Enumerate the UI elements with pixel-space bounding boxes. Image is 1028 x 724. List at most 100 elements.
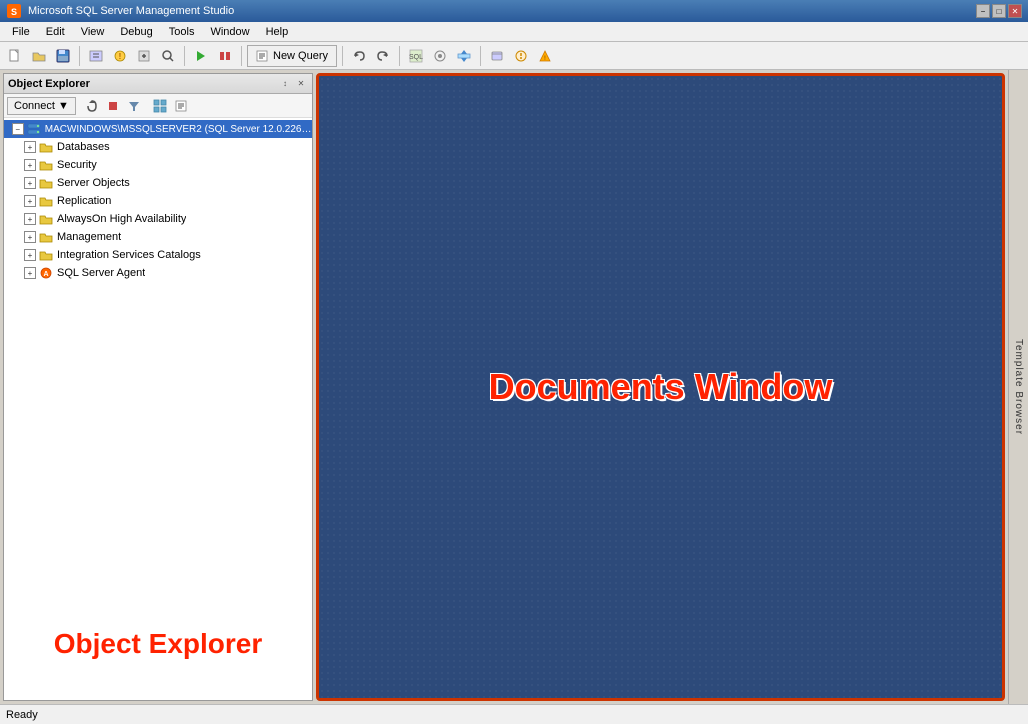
toolbar-btn-5[interactable] xyxy=(190,45,212,67)
menu-bar: File Edit View Debug Tools Window Help xyxy=(0,22,1028,42)
integration-label: Integration Services Catalogs xyxy=(57,249,201,261)
management-icon xyxy=(38,229,54,245)
panel-controls: ↕ ✕ xyxy=(278,77,308,91)
toolbar-extra-6[interactable]: ! xyxy=(534,45,556,67)
replication-expand-icon[interactable]: + xyxy=(24,195,36,207)
security-label: Security xyxy=(57,159,97,171)
connect-label: Connect xyxy=(14,100,55,112)
toolbar-extra-4[interactable] xyxy=(486,45,508,67)
app-icon: S xyxy=(6,3,22,19)
tree-alwayson[interactable]: + AlwaysOn High Availability xyxy=(4,210,312,228)
main-area: Object Explorer ↕ ✕ Connect ▼ xyxy=(0,70,1028,704)
integration-expand-icon[interactable]: + xyxy=(24,249,36,261)
oe-stop-button[interactable] xyxy=(103,97,123,115)
menu-edit[interactable]: Edit xyxy=(38,24,73,40)
agent-icon: A xyxy=(38,265,54,281)
oe-toolbar: Connect ▼ xyxy=(4,94,312,118)
toolbar-sep-2 xyxy=(184,46,185,66)
toolbar-undo[interactable] xyxy=(348,45,370,67)
tree-management[interactable]: + Management xyxy=(4,228,312,246)
toolbar-btn-3[interactable] xyxy=(133,45,155,67)
databases-expand-icon[interactable]: + xyxy=(24,141,36,153)
object-explorer-header: Object Explorer ↕ ✕ xyxy=(4,74,312,94)
tree-sql-agent[interactable]: + A SQL Server Agent xyxy=(4,264,312,282)
save-button[interactable] xyxy=(52,45,74,67)
server-objects-expand-icon[interactable]: + xyxy=(24,177,36,189)
toolbar-extra-5[interactable] xyxy=(510,45,532,67)
security-icon xyxy=(38,157,54,173)
template-browser-tab[interactable]: Template Browser xyxy=(1008,70,1028,704)
replication-icon xyxy=(38,193,54,209)
tree-server-node[interactable]: − MACWINDOWS\MSSQLSERVER2 (SQL Server 12… xyxy=(4,120,312,138)
security-expand-icon[interactable]: + xyxy=(24,159,36,171)
panel-close-button[interactable]: ✕ xyxy=(294,77,308,91)
window-controls: − □ ✕ xyxy=(976,4,1022,18)
new-query-label: New Query xyxy=(273,50,328,62)
minimize-button[interactable]: − xyxy=(976,4,990,18)
status-bar: Ready xyxy=(0,704,1028,724)
toolbar-extra-2[interactable] xyxy=(429,45,451,67)
status-text: Ready xyxy=(6,709,38,721)
menu-file[interactable]: File xyxy=(4,24,38,40)
tree-server-objects[interactable]: + Server Objects xyxy=(4,174,312,192)
tree-integration-services[interactable]: + Integration Services Catalogs xyxy=(4,246,312,264)
menu-help[interactable]: Help xyxy=(258,24,297,40)
toolbar-redo[interactable] xyxy=(372,45,394,67)
svg-text:S: S xyxy=(11,7,17,17)
server-objects-label: Server Objects xyxy=(57,177,130,189)
toolbar-sep-1 xyxy=(79,46,80,66)
object-explorer-panel: Object Explorer ↕ ✕ Connect ▼ xyxy=(3,73,313,701)
documents-label: Documents Window xyxy=(489,366,833,408)
pin-button[interactable]: ↕ xyxy=(278,77,292,91)
oe-refresh-button[interactable] xyxy=(82,97,102,115)
agent-label: SQL Server Agent xyxy=(57,267,145,279)
server-label: MACWINDOWS\MSSQLSERVER2 (SQL Server 12.0… xyxy=(45,124,312,135)
server-expand-icon[interactable]: − xyxy=(12,123,24,135)
object-explorer-title: Object Explorer xyxy=(8,78,90,90)
server-icon xyxy=(26,121,42,137)
toolbar-btn-6[interactable] xyxy=(214,45,236,67)
new-query-button[interactable]: New Query xyxy=(247,45,337,67)
alwayson-expand-icon[interactable]: + xyxy=(24,213,36,225)
tree-replication[interactable]: + Replication xyxy=(4,192,312,210)
menu-tools[interactable]: Tools xyxy=(161,24,203,40)
integration-icon xyxy=(38,247,54,263)
toolbar-btn-4[interactable] xyxy=(157,45,179,67)
template-browser-label: Template Browser xyxy=(1013,339,1024,435)
databases-label: Databases xyxy=(57,141,110,153)
menu-view[interactable]: View xyxy=(73,24,113,40)
toolbar-extra-1[interactable]: SQL xyxy=(405,45,427,67)
toolbar-sep-4 xyxy=(342,46,343,66)
replication-label: Replication xyxy=(57,195,111,207)
tree-security[interactable]: + Security xyxy=(4,156,312,174)
oe-sync-button[interactable] xyxy=(150,97,170,115)
open-file-button[interactable] xyxy=(28,45,50,67)
new-file-button[interactable] xyxy=(4,45,26,67)
toolbar-sep-3 xyxy=(241,46,242,66)
menu-window[interactable]: Window xyxy=(202,24,257,40)
toolbar-btn-1[interactable] xyxy=(85,45,107,67)
databases-icon xyxy=(38,139,54,155)
documents-window: Documents Window xyxy=(316,73,1005,701)
connect-button[interactable]: Connect ▼ xyxy=(7,97,76,115)
oe-filter-button[interactable] xyxy=(124,97,144,115)
management-expand-icon[interactable]: + xyxy=(24,231,36,243)
toolbar-extra-3[interactable] xyxy=(453,45,475,67)
alwayson-label: AlwaysOn High Availability xyxy=(57,213,186,225)
tree-databases[interactable]: + Databases xyxy=(4,138,312,156)
connect-dropdown-icon[interactable]: ▼ xyxy=(58,100,69,112)
toolbar-sep-5 xyxy=(399,46,400,66)
toolbar-btn-2[interactable]: ! xyxy=(109,45,131,67)
svg-text:A: A xyxy=(43,271,48,278)
management-label: Management xyxy=(57,231,121,243)
oe-new-query-button[interactable] xyxy=(171,97,191,115)
restore-button[interactable]: □ xyxy=(992,4,1006,18)
menu-debug[interactable]: Debug xyxy=(112,24,160,40)
agent-expand-icon[interactable]: + xyxy=(24,267,36,279)
svg-text:SQL: SQL xyxy=(409,54,423,61)
close-button[interactable]: ✕ xyxy=(1008,4,1022,18)
alwayson-icon xyxy=(38,211,54,227)
server-objects-icon xyxy=(38,175,54,191)
main-toolbar: ! New Query SQL ! xyxy=(0,42,1028,70)
app-title: Microsoft SQL Server Management Studio xyxy=(28,5,970,17)
